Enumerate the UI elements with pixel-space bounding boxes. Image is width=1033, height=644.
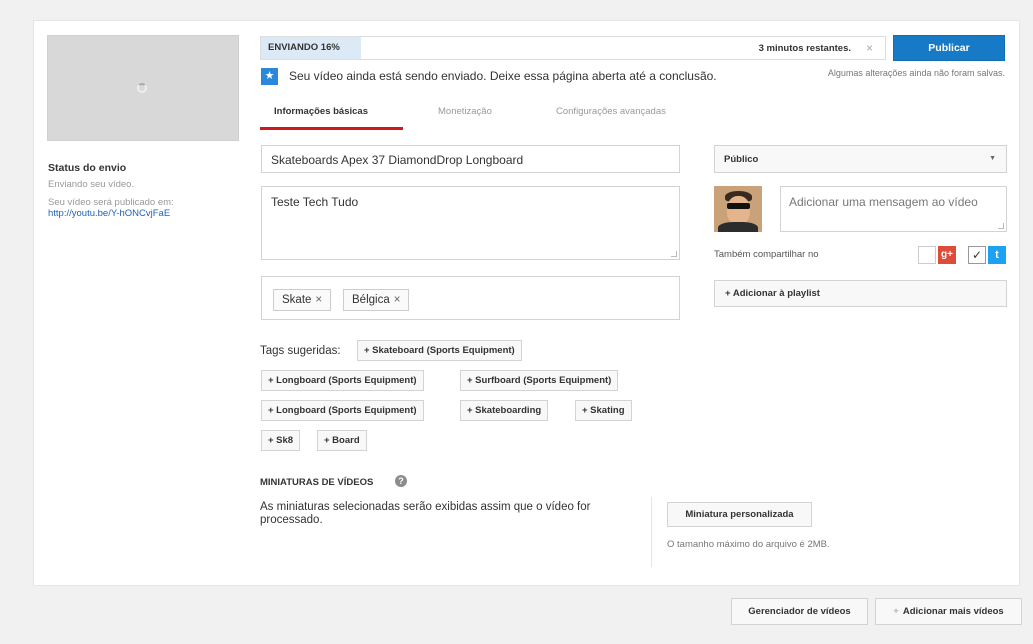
help-icon[interactable]: ? — [395, 475, 407, 487]
suggested-tag-button[interactable]: + Skating — [575, 400, 632, 421]
active-tab-indicator — [260, 127, 403, 130]
publish-url-label: Seu vídeo será publicado em: — [48, 197, 174, 208]
tag-chip-label: Skate — [282, 294, 312, 306]
video-description-text: Teste Tech Tudo — [271, 195, 359, 209]
cancel-upload-icon[interactable]: × — [866, 41, 873, 55]
remove-tag-icon[interactable]: × — [315, 294, 322, 306]
suggested-tag-button[interactable]: + Longboard (Sports Equipment) — [261, 400, 424, 421]
publish-button[interactable]: Publicar — [893, 35, 1005, 61]
resize-handle-icon[interactable] — [671, 251, 677, 257]
twitter-icon: t — [988, 246, 1006, 264]
remove-tag-icon[interactable]: × — [394, 294, 401, 306]
upload-status-subtitle: Enviando seu vídeo. — [48, 179, 135, 190]
custom-thumbnail-button[interactable]: Miniatura personalizada — [667, 502, 812, 527]
loading-spinner-icon — [137, 83, 147, 93]
chevron-down-icon: ▼ — [989, 155, 996, 162]
video-description-textarea[interactable]: Teste Tech Tudo — [261, 186, 680, 260]
share-message-textarea[interactable]: Adicionar uma mensagem ao vídeo — [780, 186, 1007, 232]
upload-status-title: Status do envio — [48, 162, 127, 174]
publish-url-link[interactable]: http://youtu.be/Y-hONCvjFaE — [48, 208, 170, 219]
video-manager-button[interactable]: Gerenciador de vídeos — [731, 598, 868, 625]
suggested-tag-button[interactable]: + Board — [317, 430, 367, 451]
suggested-tags-label: Tags sugeridas: — [260, 345, 341, 357]
tag-chip: Bélgica × — [343, 289, 410, 311]
add-more-videos-button[interactable]: + Adicionar mais vídeos — [875, 598, 1022, 625]
avatar — [714, 186, 762, 232]
tab-advanced-settings[interactable]: Configurações avançadas — [556, 106, 666, 117]
tab-monetization[interactable]: Monetização — [438, 106, 492, 117]
share-also-label: Também compartilhar no — [714, 249, 819, 260]
upload-progress-bar: ENVIANDO 16% 3 minutos restantes. × — [260, 36, 886, 60]
upload-progress-label: ENVIANDO 16% — [268, 42, 340, 53]
share-message-placeholder: Adicionar uma mensagem ao vídeo — [789, 195, 978, 209]
tag-chip: Skate × — [273, 289, 332, 311]
privacy-select-value: Público — [724, 154, 759, 165]
thumbnails-description: As miniaturas selecionadas serão exibida… — [260, 501, 591, 526]
tag-chip-label: Bélgica — [352, 294, 390, 306]
twitter-share-checkbox[interactable]: ✓ — [968, 246, 986, 264]
tab-basic-info[interactable]: Informações básicas — [274, 106, 368, 117]
suggested-tag-button[interactable]: + Sk8 — [261, 430, 301, 451]
gplus-share-checkbox[interactable] — [918, 246, 936, 264]
suggested-tag-button[interactable]: + Skateboarding — [460, 400, 549, 421]
plus-icon: + — [893, 606, 899, 617]
thumbnails-section-title: MINIATURAS DE VÍDEOS — [260, 477, 374, 488]
upload-notice-text: Seu vídeo ainda está sendo enviado. Deix… — [289, 69, 717, 83]
upload-time-remaining: 3 minutos restantes. — [758, 43, 851, 54]
suggested-tag-button[interactable]: + Skateboard (Sports Equipment) — [357, 340, 522, 361]
max-file-size-text: O tamanho máximo do arquivo é 2MB. — [667, 539, 830, 550]
unsaved-changes-text: Algumas alterações ainda não foram salva… — [827, 68, 1005, 78]
tab-bar: Informações básicas Monetização Configur… — [260, 96, 680, 130]
video-thumbnail-placeholder — [47, 35, 239, 141]
star-icon: ★ — [261, 68, 278, 85]
add-more-videos-label: Adicionar mais vídeos — [902, 606, 1004, 617]
resize-handle-icon[interactable] — [998, 223, 1004, 229]
tags-input[interactable]: Skate × Bélgica × — [261, 276, 680, 320]
suggested-tag-button[interactable]: + Surfboard (Sports Equipment) — [460, 370, 619, 391]
vertical-divider — [651, 497, 652, 567]
privacy-select[interactable]: Público ▼ — [714, 145, 1007, 173]
suggested-tag-button[interactable]: + Longboard (Sports Equipment) — [261, 370, 424, 391]
google-plus-icon: g+ — [938, 246, 956, 264]
add-to-playlist-button[interactable]: + Adicionar à playlist — [714, 280, 1007, 307]
video-title-input[interactable]: Skateboards Apex 37 DiamondDrop Longboar… — [261, 145, 680, 173]
